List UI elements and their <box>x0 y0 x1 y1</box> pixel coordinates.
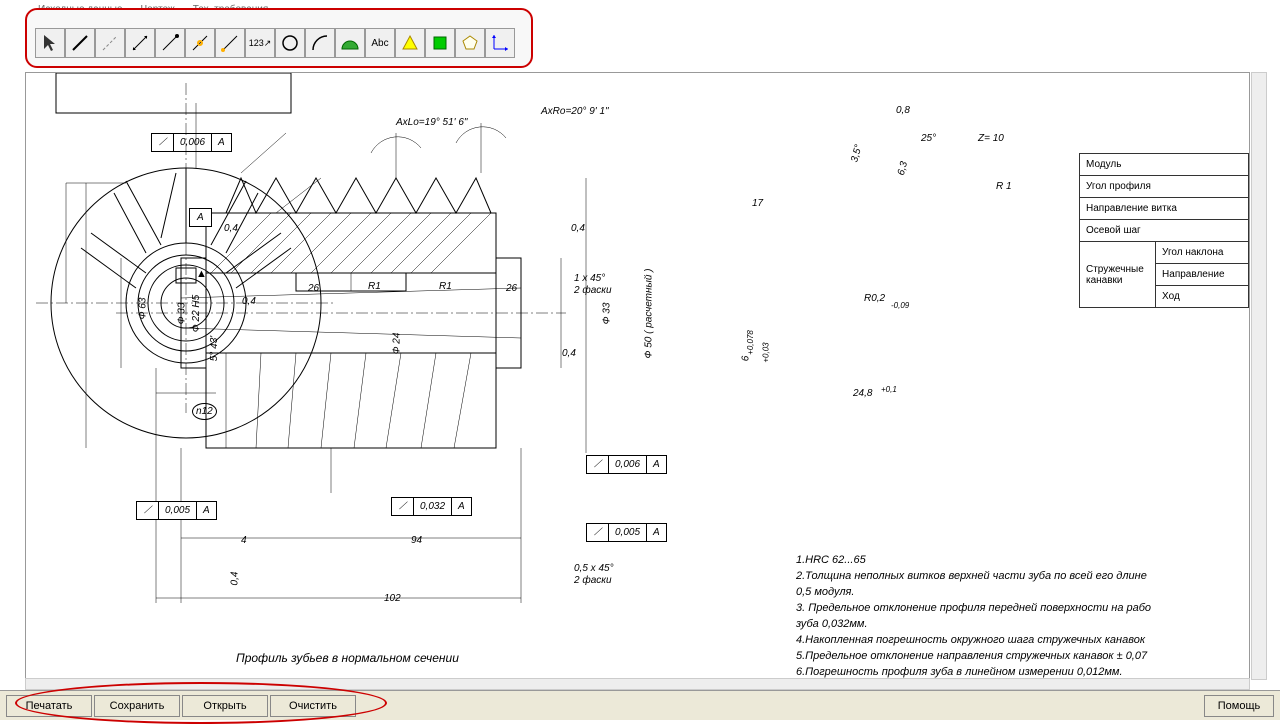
dim-front-63: 6,3 <box>896 160 910 176</box>
dim-04d: 0,4 <box>562 348 576 359</box>
dim-diam-tool[interactable] <box>185 28 215 58</box>
tolerance-box-4: ⟋0,006А <box>586 455 667 474</box>
dim-r1b: R1 <box>439 281 452 292</box>
help-button[interactable]: Помощь <box>1204 695 1274 717</box>
dim-front-z: Z= 10 <box>978 133 1004 144</box>
dim-front-35: 3,5° <box>849 143 864 163</box>
drawing-canvas[interactable]: ⟋0,006А ⟋0,005А ⟋0,032А ⟋0,006А ⟋0,005А … <box>25 72 1250 680</box>
dim-l94: 94 <box>411 535 422 546</box>
dim-front-6: 6 <box>740 356 751 362</box>
toolbar-highlight: 123↗ Abc <box>25 8 533 68</box>
dim-04b: 0,4 <box>571 223 585 234</box>
dim-front-17: 17 <box>752 198 763 209</box>
dim-ch1s: 2 фаски <box>574 285 612 296</box>
dim-l102: 102 <box>384 593 401 604</box>
drawing-toolbar: 123↗ Abc <box>35 28 515 58</box>
dim-l26b: 26 <box>506 283 517 294</box>
line-tool[interactable] <box>65 28 95 58</box>
dim-ch1: 1 x 45° <box>574 273 605 284</box>
dim-angle-tool[interactable] <box>215 28 245 58</box>
technical-notes: 1.HRC 62...65 2.Толщина неполных витков … <box>796 553 1244 680</box>
dim-front-08: 0,8 <box>896 105 910 116</box>
vertical-scrollbar[interactable] <box>1251 72 1267 680</box>
open-button[interactable]: Открыть <box>182 695 268 717</box>
horizontal-scrollbar[interactable] <box>25 678 1250 690</box>
tolerance-box-2: ⟋0,005А <box>136 501 217 520</box>
dim-axro: АxRo=20° 9' 1" <box>541 106 609 117</box>
print-button[interactable]: Печатать <box>6 695 92 717</box>
arc-tool[interactable] <box>305 28 335 58</box>
dim-front-6t2: +0,03 <box>762 342 771 362</box>
protractor-tool[interactable] <box>335 28 365 58</box>
dim-front-6t1: +0,078 <box>746 330 755 355</box>
dim-l4: 4 <box>241 535 247 546</box>
tolerance-box-5: ⟋0,005А <box>586 523 667 542</box>
dim-d33r: Ф 33 <box>601 303 612 325</box>
dim-ch05s: 2 фаски <box>574 575 612 586</box>
dim-d50: Ф 50 ( расчетный ) <box>644 268 655 358</box>
dim-d24: Ф 24 <box>391 333 402 355</box>
coord-tool[interactable] <box>485 28 515 58</box>
front-view-drawing <box>26 73 346 493</box>
dim-front-248: 24,8 <box>853 388 872 399</box>
triangle-tool[interactable] <box>395 28 425 58</box>
circle-tool[interactable] <box>275 28 305 58</box>
parameter-table: Модуль Угол профиля Направление витка Ос… <box>1079 153 1249 308</box>
dim-04e: 0,4 <box>229 572 240 586</box>
dim-front-25: 25° <box>921 133 936 144</box>
dim-front-248t: +0,1 <box>881 385 897 394</box>
dim-axlo: АxLo=19° 51' 6" <box>396 117 467 128</box>
dim-r1a: R1 <box>368 281 381 292</box>
dim-linear-tool[interactable] <box>125 28 155 58</box>
text-tool[interactable]: Abc <box>365 28 395 58</box>
save-button[interactable]: Сохранить <box>94 695 180 717</box>
dim-radial-tool[interactable] <box>155 28 185 58</box>
dim-front-r1: R 1 <box>996 181 1012 192</box>
profile-caption: Профиль зубьев в нормальном сечении <box>236 651 459 665</box>
dim-front-009: -0,09 <box>891 301 909 310</box>
axis-tool[interactable] <box>95 28 125 58</box>
pointer-tool[interactable] <box>35 28 65 58</box>
dim-front-r02: R0,2 <box>864 293 885 304</box>
tolerance-box-3: ⟋0,032А <box>391 497 472 516</box>
dim-ch05: 0,5 x 45° <box>574 563 614 574</box>
square-tool[interactable] <box>425 28 455 58</box>
clear-button[interactable]: Очистить <box>270 695 356 717</box>
bottom-toolbar: Печатать Сохранить Открыть Очистить Помо… <box>0 690 1280 720</box>
pentagon-tool[interactable] <box>455 28 485 58</box>
leader-tool[interactable]: 123↗ <box>245 28 275 58</box>
